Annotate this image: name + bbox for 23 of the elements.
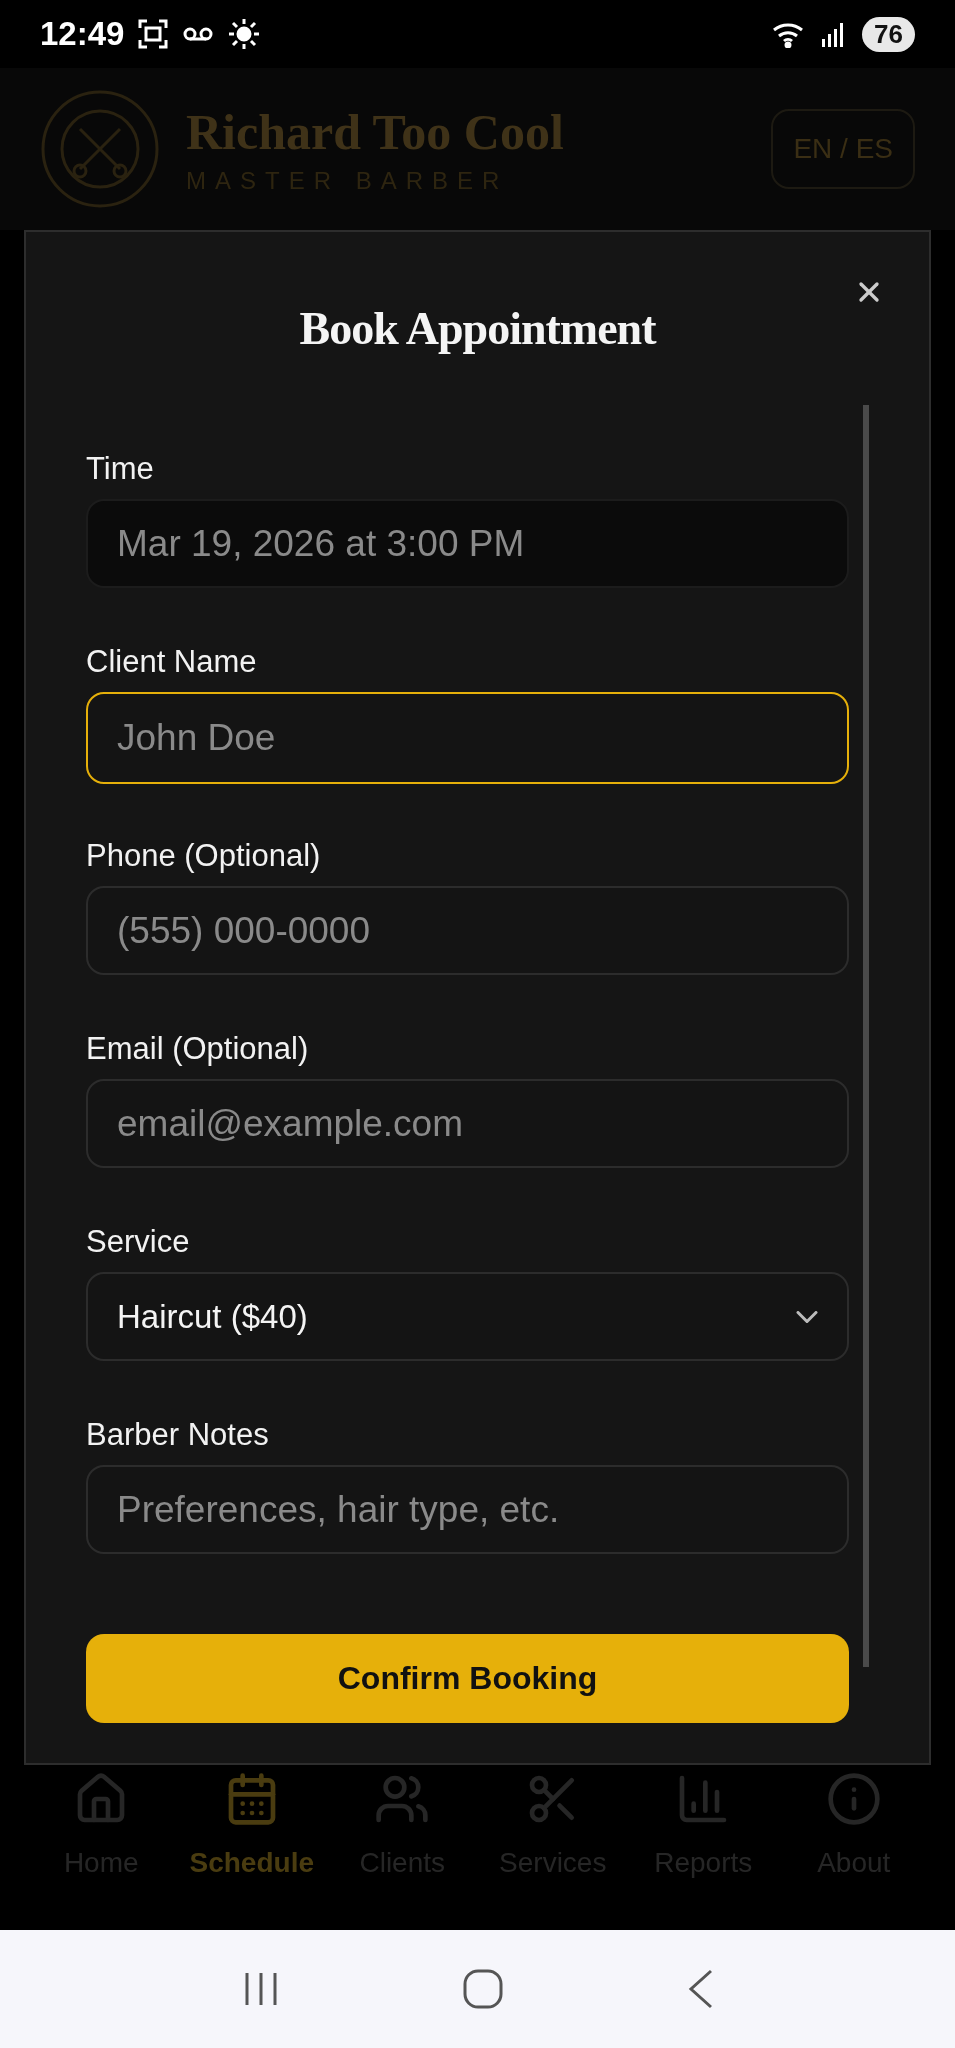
voicemail-icon [182, 25, 215, 43]
home-icon[interactable] [461, 1968, 504, 2010]
field-label: Client Name [86, 644, 258, 680]
field-label: Service [86, 1224, 191, 1260]
field-label: Time [86, 451, 155, 487]
dialog-title: Book Appointment [298, 302, 658, 355]
about-icon [825, 1771, 882, 1827]
field-label: Barber Notes [86, 1417, 270, 1453]
chevron-down-icon [796, 1310, 818, 1323]
service-select[interactable]: Haircut ($40) [86, 1272, 849, 1361]
screenshot-icon [138, 19, 169, 49]
input-field[interactable]: (555) 000-0000 [88, 888, 847, 973]
nav-tab[interactable]: Schedule [176, 1765, 327, 1930]
sun-icon [228, 18, 261, 50]
input-field[interactable]: Preferences, hair type, etc. [88, 1467, 847, 1552]
scrollbar[interactable] [863, 405, 869, 1667]
clock: 12:49 [40, 15, 125, 53]
battery-level: 76 [862, 16, 915, 52]
confirm-button[interactable]: Confirm Booking [86, 1634, 849, 1723]
field-label: Phone (Optional) [86, 838, 322, 874]
field-label: Email (Optional) [86, 1031, 310, 1067]
input-field[interactable]: John Doe [88, 694, 847, 782]
input-field[interactable]: email@example.com [88, 1081, 847, 1166]
